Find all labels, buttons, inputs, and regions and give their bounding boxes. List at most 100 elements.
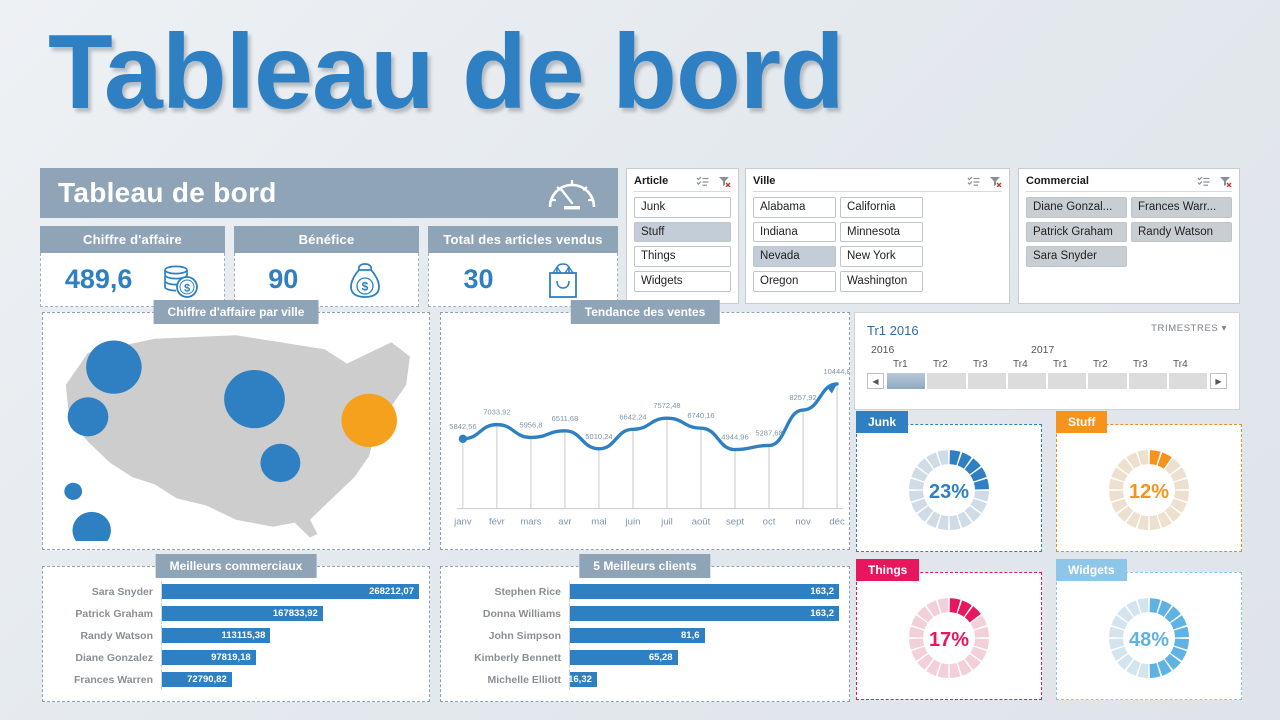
timeline-cell[interactable] bbox=[1168, 373, 1207, 389]
bar-category-label: Randy Watson bbox=[80, 629, 153, 642]
timeline-cell[interactable] bbox=[1128, 373, 1167, 389]
dashboard-header-title: Tableau de bord bbox=[58, 177, 277, 208]
bar-value-label: 65,28 bbox=[648, 652, 673, 663]
kpi-value: 489,6 bbox=[64, 264, 133, 294]
multi-select-icon[interactable] bbox=[696, 176, 709, 187]
kpi-body: 489,6 $ bbox=[40, 253, 225, 307]
bar-row: Randy Watson 113115,38 bbox=[53, 625, 419, 646]
donut-tile-widgets[interactable]: Widgets 48% bbox=[1056, 559, 1242, 700]
bar-row: Diane Gonzalez 97819,18 bbox=[53, 647, 419, 668]
slicer-header: Article bbox=[634, 175, 731, 192]
sales-trend-chart[interactable]: 5842,56 7033,92 5956,8 6511,68 5010,24 6642,2… bbox=[441, 313, 850, 549]
bar-row: Michelle Elliott 16,32 bbox=[451, 669, 839, 690]
slicer-item[interactable]: Alabama bbox=[753, 197, 836, 218]
slicer-item-selected[interactable]: Nevada bbox=[753, 246, 836, 267]
slicer-commercial[interactable]: Commercial Diane Gonzal... Frances Warr.… bbox=[1018, 168, 1240, 304]
bar-fill[interactable]: 97819,18 bbox=[162, 650, 256, 665]
timeline-next-button[interactable]: ▶ bbox=[1210, 373, 1227, 389]
donut-gauge-widgets: 48% bbox=[1109, 598, 1189, 679]
bar-fill[interactable]: 113115,38 bbox=[162, 628, 271, 643]
top-customers-panel: 5 Meilleurs clients Stephen Rice 163,2 Don… bbox=[440, 554, 850, 702]
bar-category-label: John Simpson bbox=[488, 629, 561, 642]
x-tick-label: janv bbox=[453, 517, 472, 528]
clear-filter-icon[interactable] bbox=[718, 176, 731, 187]
bar-track: 16,32 bbox=[568, 669, 839, 690]
bar-fill[interactable]: 268212,07 bbox=[162, 584, 419, 599]
timeline-quarter-label: Tr1 bbox=[1053, 359, 1068, 370]
timeline-cell-selected[interactable] bbox=[887, 373, 926, 389]
chevron-down-icon[interactable]: ▾ bbox=[1222, 323, 1227, 334]
x-tick-label: avr bbox=[558, 517, 572, 528]
bar-fill[interactable]: 72790,82 bbox=[162, 672, 232, 687]
timeline-cell[interactable] bbox=[1007, 373, 1046, 389]
timeline-scrollbar[interactable]: ◀ ▶ bbox=[867, 373, 1227, 389]
slicer-item[interactable]: Patrick Graham bbox=[1026, 221, 1127, 243]
slicer-article[interactable]: Article Junk Stuff Things Widgets bbox=[626, 168, 739, 304]
donut-tile-junk[interactable]: Junk 23% bbox=[856, 411, 1042, 552]
bar-track: 268212,07 bbox=[161, 581, 419, 602]
slicer-ville[interactable]: Ville Alabama California Indiana Minneso… bbox=[745, 168, 1010, 304]
slicer-item[interactable]: Things bbox=[634, 246, 731, 267]
map-panel: Chiffre d'affaire par ville bbox=[42, 300, 430, 588]
donut-tile-things[interactable]: Things 17% bbox=[856, 559, 1042, 700]
multi-select-icon[interactable] bbox=[1197, 176, 1210, 187]
slicer-item[interactable]: Diane Gonzal... bbox=[1026, 197, 1127, 218]
bar-track: 163,2 bbox=[569, 603, 839, 624]
slicer-item[interactable]: Widgets bbox=[634, 270, 731, 292]
slicer-item[interactable]: California bbox=[840, 197, 923, 218]
multi-select-icon[interactable] bbox=[967, 176, 980, 187]
slicer-item[interactable]: Indiana bbox=[753, 221, 836, 243]
x-tick-label: mai bbox=[591, 517, 606, 528]
timeline-track[interactable] bbox=[887, 373, 1207, 389]
clear-filter-icon[interactable] bbox=[989, 176, 1002, 187]
bar-fill[interactable]: 16,32 bbox=[568, 672, 597, 687]
timeline-cell[interactable] bbox=[927, 373, 966, 389]
bar-fill[interactable]: 163,2 bbox=[570, 584, 839, 599]
slicer-title: Commercial bbox=[1026, 175, 1089, 187]
data-label: 5842,56 bbox=[449, 422, 476, 431]
timeline-mode-dropdown[interactable]: TRIMESTRES ▾ bbox=[1151, 323, 1227, 334]
slicer-icons bbox=[696, 176, 731, 187]
timeline-cell[interactable] bbox=[1088, 373, 1127, 389]
top-salespeople-panel: Meilleurs commerciaux Sara Snyder 268212,… bbox=[42, 554, 430, 702]
slicer-item[interactable]: Randy Watson bbox=[1131, 221, 1232, 243]
dashboard-page: Tableau de bord Tableau de bord Chiffre … bbox=[0, 0, 1280, 720]
x-tick-label: nov bbox=[795, 517, 811, 528]
timeline-slicer[interactable]: Tr1 2016 TRIMESTRES ▾ 2016 2017 Tr1 Tr2 … bbox=[854, 312, 1240, 410]
bar-fill[interactable]: 167833,92 bbox=[162, 606, 323, 621]
kpi-label: Bénéfice bbox=[234, 226, 419, 253]
x-tick-label: juin bbox=[625, 517, 641, 528]
timeline-mode-label: TRIMESTRES bbox=[1151, 323, 1219, 334]
slicer-item-selected[interactable]: Stuff bbox=[634, 221, 731, 243]
bar-value-label: 163,2 bbox=[810, 586, 834, 597]
kpi-label: Total des articles vendus bbox=[428, 226, 618, 253]
bar-fill[interactable]: 81,6 bbox=[570, 628, 705, 643]
timeline-cell[interactable] bbox=[1048, 373, 1087, 389]
slicer-item[interactable]: Junk bbox=[634, 197, 731, 218]
data-label: 7033,92 bbox=[483, 408, 510, 417]
slicer-item[interactable]: Washington bbox=[840, 270, 923, 292]
clear-filter-icon[interactable] bbox=[1219, 176, 1232, 187]
bar-fill[interactable]: 65,28 bbox=[570, 650, 678, 665]
bar-row: Sara Snyder 268212,07 bbox=[53, 581, 419, 602]
timeline-header: Tr1 2016 TRIMESTRES ▾ bbox=[867, 323, 1227, 338]
slicer-header: Commercial bbox=[1026, 175, 1232, 192]
timeline-cell[interactable] bbox=[967, 373, 1006, 389]
kpi-card-revenue: Chiffre d'affaire 489,6 $ bbox=[40, 226, 225, 307]
slicer-item[interactable]: New York bbox=[840, 246, 923, 267]
bubble-map[interactable] bbox=[51, 321, 421, 588]
kpi-value: 30 bbox=[463, 264, 494, 294]
x-tick-label: sept bbox=[726, 517, 744, 528]
bar-fill[interactable]: 163,2 bbox=[570, 606, 839, 621]
donut-tile-stuff[interactable]: Stuff 12% bbox=[1056, 411, 1242, 552]
slicer-item[interactable]: Frances Warr... bbox=[1131, 197, 1232, 218]
slicer-item[interactable]: Sara Snyder bbox=[1026, 246, 1127, 267]
slicer-item[interactable]: Minnesota bbox=[840, 221, 923, 243]
x-tick-label: juil bbox=[660, 517, 673, 528]
slicer-header: Ville bbox=[753, 175, 1002, 192]
top-customers-bars[interactable]: Stephen Rice 163,2 Donna Williams 163,2 John… bbox=[451, 581, 839, 693]
donut-gauge-things: 17% bbox=[909, 598, 989, 679]
top-salespeople-bars[interactable]: Sara Snyder 268212,07 Patrick Graham 167833… bbox=[53, 581, 419, 693]
timeline-prev-button[interactable]: ◀ bbox=[867, 373, 884, 389]
slicer-item[interactable]: Oregon bbox=[753, 270, 836, 292]
